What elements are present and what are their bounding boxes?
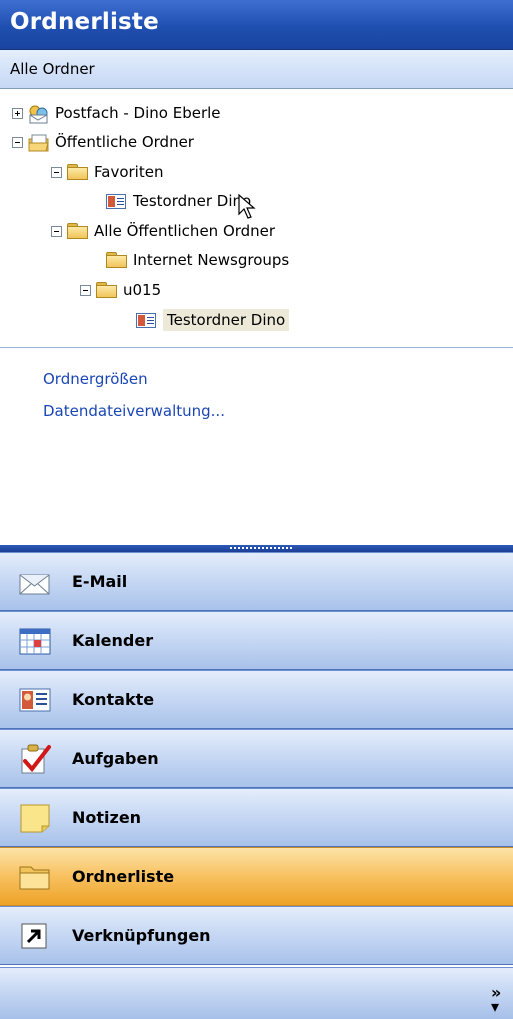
nav-label: E-Mail bbox=[72, 572, 128, 591]
envelope-icon bbox=[19, 574, 50, 595]
nav-button-tasks[interactable]: Aufgaben bbox=[0, 729, 513, 788]
task-checkmark-icon bbox=[21, 744, 51, 774]
nav-label: Kalender bbox=[72, 631, 154, 650]
nav-button-folderlist[interactable]: Ordnerliste bbox=[0, 847, 513, 906]
folder-icon bbox=[106, 251, 128, 269]
folder-filter-bar: Alle Ordner bbox=[0, 50, 513, 89]
tree-item-label-selected: Testordner Dino bbox=[163, 309, 290, 331]
shortcut-arrow-icon bbox=[21, 923, 47, 949]
public-folder-icon bbox=[28, 133, 50, 152]
nav-button-notes[interactable]: Notizen bbox=[0, 788, 513, 847]
nav-overflow-bar: » ▾ bbox=[0, 967, 513, 1019]
nav-label: Notizen bbox=[72, 808, 142, 827]
folder-icon bbox=[67, 163, 89, 181]
tree-item-u015[interactable]: u015 bbox=[80, 277, 161, 303]
contact-card-icon bbox=[106, 192, 128, 210]
nav-label: Aufgaben bbox=[72, 749, 159, 768]
folder-icon bbox=[19, 866, 50, 890]
tree-item-public-folders[interactable]: Öffentliche Ordner bbox=[12, 129, 194, 155]
tree-item-label: Favoriten bbox=[94, 163, 164, 181]
tree-item-mailbox[interactable]: Postfach - Dino Eberle bbox=[12, 100, 221, 126]
mailbox-icon bbox=[28, 104, 50, 124]
pane-splitter[interactable] bbox=[0, 545, 513, 552]
nav-label: Ordnerliste bbox=[72, 867, 175, 886]
collapse-icon[interactable] bbox=[51, 225, 62, 237]
tree-item-all-public-folders[interactable]: Alle Öffentlichen Ordner bbox=[51, 218, 275, 244]
contact-card-icon bbox=[19, 688, 51, 712]
tree-item-label: u015 bbox=[123, 281, 162, 299]
folder-icon bbox=[96, 281, 118, 299]
pane-title: Ordnerliste bbox=[10, 9, 159, 35]
nav-button-shortcuts[interactable]: Verknüpfungen bbox=[0, 906, 513, 965]
pane-links: Ordnergrößen Datendateiverwaltung... bbox=[0, 348, 513, 545]
tree-item-label: Postfach - Dino Eberle bbox=[55, 104, 221, 122]
nav-button-contacts[interactable]: Kontakte bbox=[0, 670, 513, 729]
tree-item-newsgroups[interactable]: Internet Newsgroups bbox=[106, 247, 289, 273]
folder-filter-label: Alle Ordner bbox=[10, 60, 95, 78]
nav-label: Verknüpfungen bbox=[72, 926, 211, 945]
nav-button-mail[interactable]: E-Mail bbox=[0, 552, 513, 611]
nav-label: Kontakte bbox=[72, 690, 155, 709]
data-file-management-link[interactable]: Datendateiverwaltung... bbox=[43, 402, 225, 420]
mouse-cursor-icon bbox=[238, 194, 256, 219]
folder-tree: Postfach - Dino Eberle Öffentliche Ordne… bbox=[0, 89, 513, 347]
tree-item-favorites-testordner[interactable]: Testordner Dino bbox=[106, 188, 251, 214]
tree-item-u015-testordner[interactable]: Testordner Dino bbox=[136, 307, 290, 333]
tree-item-label: Öffentliche Ordner bbox=[55, 133, 194, 151]
contact-card-icon bbox=[136, 311, 158, 329]
pane-header: Ordnerliste bbox=[0, 0, 513, 50]
folder-sizes-link[interactable]: Ordnergrößen bbox=[43, 370, 148, 388]
tree-item-label: Internet Newsgroups bbox=[133, 251, 290, 269]
splitter-grip[interactable] bbox=[230, 547, 292, 549]
collapse-icon[interactable] bbox=[80, 284, 91, 296]
folder-icon bbox=[67, 222, 89, 240]
note-icon bbox=[20, 804, 50, 833]
collapse-icon[interactable] bbox=[51, 166, 62, 178]
calendar-icon bbox=[19, 628, 51, 655]
tree-item-favorites[interactable]: Favoriten bbox=[51, 159, 163, 185]
tree-item-label: Testordner Dino bbox=[133, 192, 252, 210]
chevron-double-down-icon[interactable]: » ▾ bbox=[491, 985, 505, 1015]
expand-icon[interactable] bbox=[12, 107, 23, 119]
collapse-icon[interactable] bbox=[12, 136, 23, 148]
tree-item-label: Alle Öffentlichen Ordner bbox=[94, 222, 276, 240]
nav-button-calendar[interactable]: Kalender bbox=[0, 611, 513, 670]
